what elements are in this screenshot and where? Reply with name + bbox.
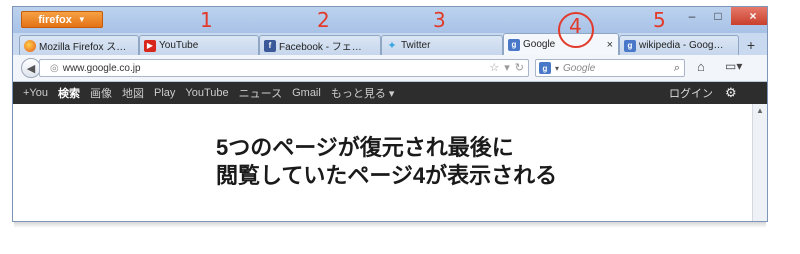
gbar-item-images[interactable]: 画像 bbox=[90, 85, 112, 101]
gbar-item-gmail[interactable]: Gmail bbox=[292, 87, 321, 99]
tab-wikipedia[interactable]: g wikipedia - Goog… bbox=[619, 35, 739, 55]
tab-label: Facebook - フェ… bbox=[279, 42, 362, 53]
annotation-caption: 5つのページが復元され最後に 閲覧していたページ4が表示される bbox=[216, 134, 557, 190]
annotation-number-5: 5 bbox=[653, 8, 666, 32]
tab-twitter[interactable]: ✦ Twitter bbox=[381, 35, 503, 55]
annotation-number-2: 2 bbox=[317, 8, 330, 32]
globe-icon: ◎ bbox=[50, 62, 59, 74]
gbar-item-search[interactable]: 検索 bbox=[58, 85, 80, 101]
google-icon: g bbox=[539, 62, 551, 74]
url-bar[interactable]: ◎ www.google.co.jp ☆ ▾ ↻ bbox=[39, 59, 529, 77]
gbar-item-maps[interactable]: 地図 bbox=[122, 85, 144, 101]
tab-facebook[interactable]: f Facebook - フェ… bbox=[259, 35, 381, 55]
navigation-bar: ◀ ◎ www.google.co.jp ☆ ▾ ↻ g ▾ Google ⌕ … bbox=[13, 55, 767, 82]
search-bar[interactable]: g ▾ Google ⌕ bbox=[535, 59, 685, 77]
annotation-number-3: 3 bbox=[433, 8, 446, 32]
new-tab-button[interactable]: + bbox=[742, 36, 760, 54]
gbar-item-more[interactable]: もっと見る ▾ bbox=[331, 85, 395, 101]
tab-label: YouTube bbox=[159, 40, 199, 51]
url-text: www.google.co.jp bbox=[62, 62, 141, 74]
firefox-menu-button[interactable]: firefox ▼ bbox=[21, 11, 103, 28]
gbar-item-plus-you[interactable]: +You bbox=[23, 87, 48, 99]
gbar-item-play[interactable]: Play bbox=[154, 87, 175, 99]
google-icon: g bbox=[508, 38, 520, 51]
chevron-down-icon[interactable]: ▾ bbox=[555, 64, 559, 73]
tab-label: Twitter bbox=[401, 40, 431, 51]
search-placeholder: Google bbox=[563, 62, 596, 74]
tab-firefox[interactable]: Mozilla Firefox ス… bbox=[19, 35, 139, 55]
login-link[interactable]: ログイン bbox=[669, 82, 713, 104]
window-controls: – □ × bbox=[679, 7, 767, 25]
close-window-button[interactable]: × bbox=[731, 7, 767, 25]
gear-icon[interactable]: ⚙ bbox=[725, 85, 737, 101]
gbar-item-youtube[interactable]: YouTube bbox=[185, 87, 228, 99]
annotation-number-4: 4 bbox=[569, 14, 582, 38]
google-icon: g bbox=[624, 39, 636, 52]
tab-label: wikipedia - Goog… bbox=[639, 40, 724, 51]
caption-line-2: 閲覧していたページ4が表示される bbox=[216, 163, 558, 188]
scrollbar[interactable]: ▲ bbox=[752, 104, 767, 221]
firefox-menu-label: firefox bbox=[38, 13, 72, 26]
url-actions: ☆ ▾ ↻ bbox=[489, 61, 524, 74]
dropdown-icon[interactable]: ▾ bbox=[504, 61, 510, 74]
tab-youtube[interactable]: ▶ YouTube bbox=[139, 35, 259, 55]
close-tab-icon[interactable]: × bbox=[607, 39, 613, 51]
chevron-down-icon: ▼ bbox=[77, 15, 86, 24]
caption-line-1: 5つのページが復元され最後に bbox=[216, 135, 514, 160]
tab-label: Mozilla Firefox ス… bbox=[39, 42, 127, 53]
gbar-item-news[interactable]: ニュース bbox=[239, 85, 282, 101]
page-content: 5つのページが復元され最後に 閲覧していたページ4が表示される bbox=[13, 104, 753, 221]
menu-icon[interactable]: ▭▾ bbox=[725, 59, 742, 73]
search-icon[interactable]: ⌕ bbox=[674, 62, 680, 75]
tab-label: Google bbox=[523, 39, 556, 50]
maximize-button[interactable]: □ bbox=[705, 7, 731, 25]
facebook-icon: f bbox=[264, 39, 276, 52]
annotation-number-1: 1 bbox=[200, 8, 213, 32]
google-bar-items: +You 検索 画像 地図 Play YouTube ニュース Gmail もっ… bbox=[23, 82, 394, 104]
twitter-icon: ✦ bbox=[387, 40, 397, 52]
google-bar: +You 検索 画像 地図 Play YouTube ニュース Gmail もっ… bbox=[13, 82, 767, 104]
firefox-window: firefox ▼ – □ × Mozilla Firefox ス… ▶ You… bbox=[12, 6, 768, 222]
minimize-button[interactable]: – bbox=[679, 7, 705, 25]
firefox-icon bbox=[24, 39, 36, 52]
tab-bar: Mozilla Firefox ス… ▶ YouTube f Facebook … bbox=[13, 33, 767, 55]
scroll-up-icon[interactable]: ▲ bbox=[753, 106, 767, 115]
window-shadow bbox=[14, 222, 766, 228]
youtube-icon: ▶ bbox=[144, 39, 156, 52]
reload-icon[interactable]: ↻ bbox=[515, 61, 524, 74]
bookmark-star-icon[interactable]: ☆ bbox=[489, 61, 499, 74]
back-button[interactable]: ◀ bbox=[21, 58, 41, 78]
home-icon[interactable]: ⌂ bbox=[697, 59, 705, 74]
